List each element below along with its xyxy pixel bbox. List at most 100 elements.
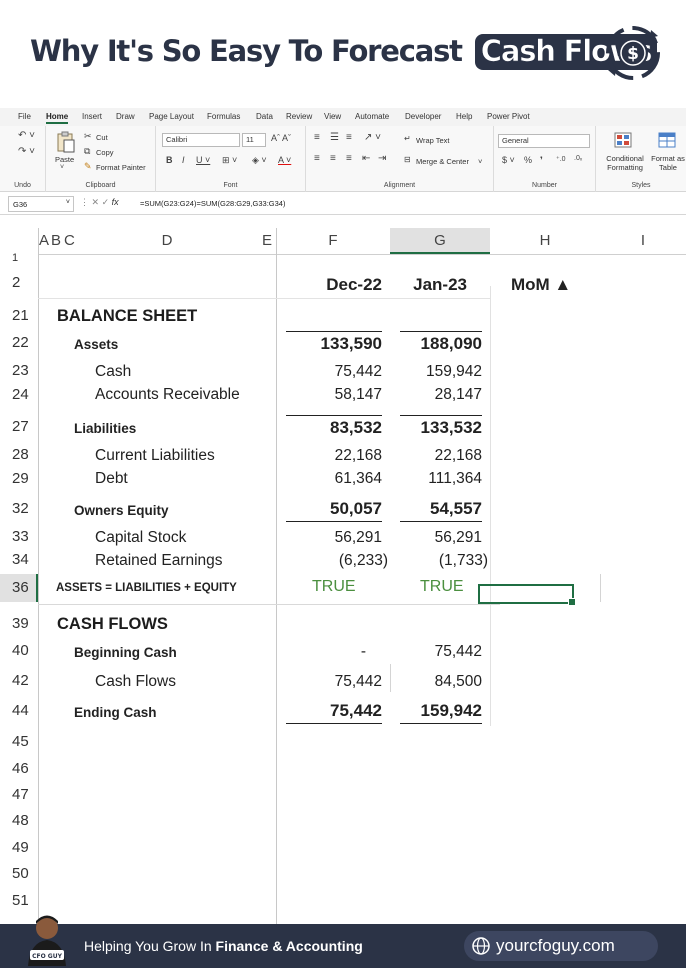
tab-developer[interactable]: Developer xyxy=(405,112,441,121)
merge-center-icon[interactable]: ⊟ xyxy=(404,155,411,164)
row-header-22[interactable]: 22 xyxy=(0,334,38,351)
tab-draw[interactable]: Draw xyxy=(116,112,135,121)
increase-indent-icon[interactable]: ⇥ xyxy=(378,153,386,164)
tab-power-pivot[interactable]: Power Pivot xyxy=(487,112,530,121)
row-header-40[interactable]: 40 xyxy=(0,642,38,659)
borders-icon[interactable]: ⊞ ˅ xyxy=(222,155,237,166)
row-header-49[interactable]: 49 xyxy=(0,839,38,856)
tab-home[interactable]: Home xyxy=(46,112,69,124)
tab-review[interactable]: Review xyxy=(286,112,312,121)
enter-icon[interactable]: ✓ xyxy=(102,197,110,207)
name-box-dropdown-icon[interactable]: ˅ xyxy=(66,199,70,206)
name-box[interactable]: G36 ˅ xyxy=(8,196,74,212)
decrease-decimal-icon[interactable]: .0ₓ xyxy=(574,155,582,162)
paste-button[interactable]: Paste xyxy=(55,155,74,164)
row-header-21[interactable]: 21 xyxy=(0,307,38,324)
accounting-format-icon[interactable]: $ ˅ xyxy=(502,155,515,165)
row-header-24[interactable]: 24 xyxy=(0,386,38,403)
row-header-51[interactable]: 51 xyxy=(0,892,38,909)
fill-color-icon[interactable]: ◈ ˅ xyxy=(252,155,267,166)
row-header-27[interactable]: 27 xyxy=(0,418,38,435)
column-header-e[interactable]: E xyxy=(258,228,276,254)
row-header-34[interactable]: 34 xyxy=(0,551,38,568)
format-as-table-icon[interactable] xyxy=(658,132,676,148)
align-bottom-icon[interactable]: ≡ xyxy=(346,132,352,143)
format-painter-button[interactable]: Format Painter xyxy=(96,163,146,172)
underline-icon[interactable]: U ˅ xyxy=(196,155,210,165)
font-grow-icon[interactable]: Aˆ Aˇ xyxy=(271,133,291,143)
column-header-a[interactable]: A xyxy=(38,228,50,254)
decrease-indent-icon[interactable]: ⇤ xyxy=(362,153,370,164)
row-header-28[interactable]: 28 xyxy=(0,446,38,463)
increase-decimal-icon[interactable]: ⁺.0 xyxy=(556,155,566,163)
merge-dropdown-icon[interactable]: ˅ xyxy=(478,157,482,166)
orientation-icon[interactable]: ↗ ˅ xyxy=(364,132,381,143)
align-top-icon[interactable]: ≡ xyxy=(314,132,320,143)
row-header-36[interactable]: 36 xyxy=(0,574,38,602)
row-header-48[interactable]: 48 xyxy=(0,812,38,829)
undo-icon[interactable]: ↶ ˅ xyxy=(18,130,35,141)
font-name-select[interactable]: Calibri xyxy=(162,133,240,147)
row-header-2[interactable]: 2 xyxy=(0,274,38,291)
align-middle-icon[interactable]: ☰ xyxy=(330,132,339,143)
tab-help[interactable]: Help xyxy=(456,112,472,121)
align-center-icon[interactable]: ≡ xyxy=(330,153,336,164)
number-format-select[interactable]: General xyxy=(498,134,590,148)
row-header-47[interactable]: 47 xyxy=(0,786,38,803)
copy-button[interactable]: Copy xyxy=(96,148,114,157)
row-header-42[interactable]: 42 xyxy=(0,672,38,689)
column-header-b[interactable]: B xyxy=(50,228,62,254)
row-header-32[interactable]: 32 xyxy=(0,500,38,517)
column-header-h[interactable]: H xyxy=(490,228,600,254)
tab-formulas[interactable]: Formulas xyxy=(207,112,240,121)
row-header-1[interactable]: 1 xyxy=(0,252,38,264)
font-size-select[interactable]: 11 xyxy=(242,133,266,147)
row-header-39[interactable]: 39 xyxy=(0,615,38,632)
column-header-d[interactable]: D xyxy=(76,228,258,254)
bold-icon[interactable]: B xyxy=(166,155,173,165)
row-header-50[interactable]: 50 xyxy=(0,865,38,882)
tab-view[interactable]: View xyxy=(324,112,341,121)
active-cell-selection[interactable] xyxy=(478,584,576,606)
redo-icon[interactable]: ↷ ˅ xyxy=(18,146,35,157)
tab-page-layout[interactable]: Page Layout xyxy=(149,112,194,121)
tab-insert[interactable]: Insert xyxy=(82,112,102,121)
cancel-icon[interactable]: ✕ xyxy=(92,197,100,207)
comma-style-icon[interactable]: ❜ xyxy=(540,155,543,166)
wrap-text-icon[interactable]: ↵ xyxy=(404,134,411,143)
cut-icon[interactable]: ✂ xyxy=(84,131,92,142)
wrap-text-button[interactable]: Wrap Text xyxy=(416,136,450,145)
website-url[interactable]: yourcfoguy.com xyxy=(496,936,615,956)
italic-icon[interactable]: I xyxy=(182,155,185,165)
font-color-icon[interactable]: A ˅ xyxy=(278,155,291,165)
column-header-f[interactable]: F xyxy=(276,228,390,254)
align-right-icon[interactable]: ≡ xyxy=(346,153,352,164)
insert-function-icon[interactable]: fx xyxy=(112,197,119,207)
percent-icon[interactable]: % xyxy=(524,155,532,165)
conditional-formatting-button[interactable]: Conditional Formatting xyxy=(600,154,650,172)
format-as-table-button[interactable]: Format as Table xyxy=(648,154,686,172)
assets-jan-23: 188,090 xyxy=(400,331,482,354)
row-header-29[interactable]: 29 xyxy=(0,470,38,487)
paste-icon[interactable] xyxy=(56,131,76,153)
row-header-45[interactable]: 45 xyxy=(0,733,38,750)
conditional-formatting-icon[interactable] xyxy=(614,132,632,148)
column-header-i[interactable]: I xyxy=(600,228,686,254)
column-header-c[interactable]: C xyxy=(62,228,76,254)
row-header-23[interactable]: 23 xyxy=(0,362,38,379)
format-painter-icon[interactable]: ✎ xyxy=(84,161,92,172)
tab-automate[interactable]: Automate xyxy=(355,112,389,121)
formula-input[interactable]: =SUM(G23:G24)=SUM(G28:G29,G33:G34) xyxy=(140,199,285,208)
row-header-46[interactable]: 46 xyxy=(0,760,38,777)
merge-center-button[interactable]: Merge & Center xyxy=(416,157,469,166)
tab-file[interactable]: File xyxy=(18,112,31,121)
tab-data[interactable]: Data xyxy=(256,112,273,121)
copy-icon[interactable]: ⧉ xyxy=(84,146,90,157)
cut-button[interactable]: Cut xyxy=(96,133,108,142)
paste-dropdown-icon[interactable]: ˅ xyxy=(60,164,64,171)
row-header-44[interactable]: 44 xyxy=(0,702,38,719)
row-header-33[interactable]: 33 xyxy=(0,528,38,545)
website-link[interactable]: yourcfoguy.com xyxy=(464,931,658,961)
align-left-icon[interactable]: ≡ xyxy=(314,153,320,164)
column-header-g[interactable]: G xyxy=(390,228,490,254)
